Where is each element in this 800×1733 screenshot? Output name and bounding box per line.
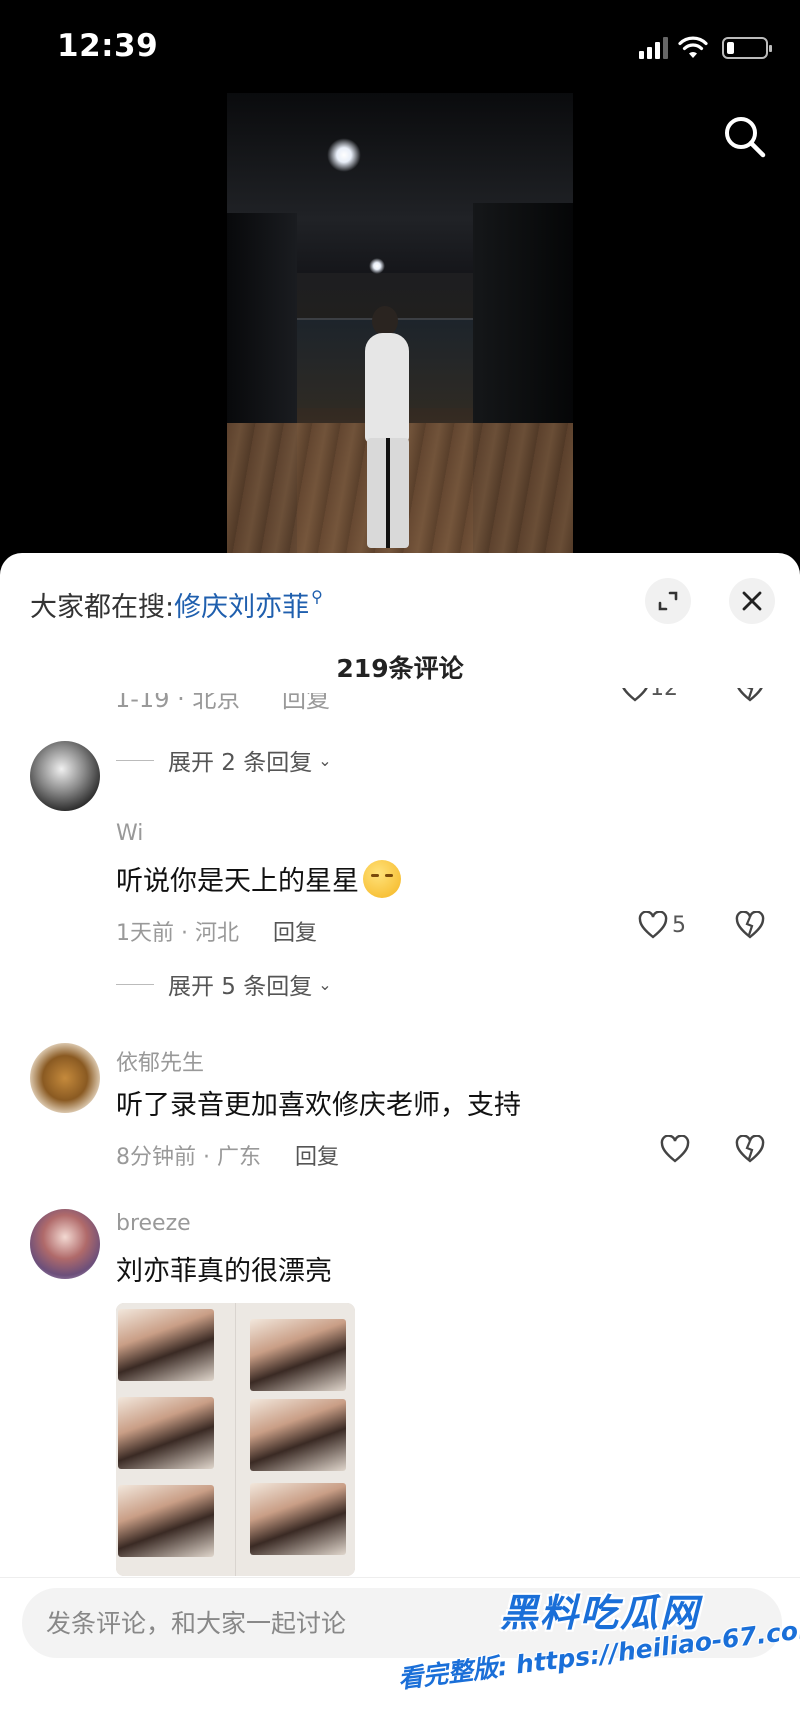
like-button[interactable]: 5: [638, 911, 686, 939]
reply-button[interactable]: 回复: [295, 1139, 339, 1171]
photo-slot: [250, 1399, 346, 1471]
broken-heart-icon: [735, 1134, 765, 1163]
search-button[interactable]: [720, 112, 770, 162]
person-figure: [372, 306, 398, 336]
comment-count: 219条评论: [336, 654, 464, 683]
search-icon: [725, 117, 766, 158]
like-count: 12: [650, 688, 678, 701]
like-count: 5: [672, 912, 686, 938]
video-ceiling-light: [327, 138, 361, 172]
divider: [116, 759, 154, 761]
search-icon: ⚲: [311, 587, 323, 606]
comment-sheet: 大家都在搜: 修庆刘亦菲 ⚲ 219条评论 1-19 · 北京 回复 12 展开…: [0, 553, 800, 1733]
comment-text-content: 听说你是天上的星星: [116, 866, 359, 897]
video-ceiling-light: [369, 258, 385, 274]
comment-text: 听了录音更加喜欢修庆老师，支持: [116, 1090, 521, 1121]
album-page: [236, 1303, 355, 1576]
comment-text: 刘亦菲真的很漂亮: [116, 1256, 332, 1287]
photo-slot: [118, 1309, 214, 1381]
comment-meta: 8分钟前 · 广东 回复: [116, 1139, 339, 1171]
status-bar: 12:39: [0, 0, 800, 95]
heart-icon: [622, 688, 648, 702]
hot-search[interactable]: 大家都在搜: 修庆刘亦菲 ⚲: [30, 585, 323, 624]
battery-icon: [722, 37, 772, 59]
avatar[interactable]: [30, 741, 100, 811]
comment-input-bar: [0, 1577, 800, 1733]
like-button[interactable]: [660, 1135, 694, 1163]
heart-icon: [638, 911, 668, 939]
dislike-button[interactable]: [735, 688, 765, 702]
chevron-down-icon: ⌄: [318, 750, 332, 770]
comment-meta: 1天前 · 河北 回复: [116, 915, 317, 947]
comment-input[interactable]: [22, 1588, 782, 1658]
broken-heart-icon: [735, 910, 765, 939]
comment-text: 听说你是天上的星星: [116, 859, 401, 898]
hot-search-prefix: 大家都在搜:: [30, 592, 175, 623]
like-button[interactable]: 12: [620, 688, 700, 702]
hot-search-term[interactable]: 修庆刘亦菲: [174, 585, 309, 624]
person-figure: [365, 333, 409, 443]
cellular-signal-icon: [639, 37, 668, 59]
chevron-down-icon: ⌄: [318, 974, 332, 994]
dislike-button[interactable]: [735, 1134, 765, 1167]
comment-username[interactable]: breeze: [116, 1211, 191, 1236]
comment-time-location: 1-19 · 北京: [115, 693, 241, 711]
photo-slot: [250, 1319, 346, 1391]
photo-slot: [250, 1483, 346, 1555]
expand-replies-button[interactable]: 展开 5 条回复 ⌄: [116, 967, 332, 1001]
comment-username[interactable]: Wi: [116, 821, 143, 846]
comment-time-location: 8分钟前 · 广东: [116, 1145, 261, 1170]
expand-sheet-button[interactable]: [645, 578, 691, 624]
expand-icon: [658, 591, 678, 611]
expand-replies-label: 展开 5 条回复: [168, 974, 313, 1000]
reply-button[interactable]: 回复: [282, 693, 330, 711]
divider: [116, 983, 154, 985]
status-time: 12:39: [57, 28, 159, 64]
wifi-icon: [678, 36, 708, 58]
broken-heart-icon: [737, 688, 763, 702]
close-icon: [742, 591, 762, 611]
avatar[interactable]: [30, 1209, 100, 1279]
drooling-face-emoji-icon: [363, 859, 401, 898]
comment-time-location: 1天前 · 河北: [116, 921, 239, 946]
dislike-button[interactable]: [735, 910, 765, 943]
photo-slot: [118, 1397, 214, 1469]
close-button[interactable]: [729, 578, 775, 624]
expand-replies-button[interactable]: 展开 2 条回复 ⌄: [116, 743, 332, 777]
heart-icon: [660, 1135, 690, 1163]
status-icons: [639, 33, 772, 63]
comment-image[interactable]: [116, 1303, 355, 1576]
comment-username[interactable]: 依郁先生: [116, 1045, 204, 1077]
avatar[interactable]: [30, 1043, 100, 1113]
expand-replies-label: 展开 2 条回复: [168, 750, 313, 776]
person-figure: [367, 438, 409, 548]
photo-slot: [118, 1485, 214, 1557]
album-page: [116, 1303, 235, 1576]
reply-button[interactable]: 回复: [273, 915, 317, 947]
video-player[interactable]: [227, 93, 573, 553]
